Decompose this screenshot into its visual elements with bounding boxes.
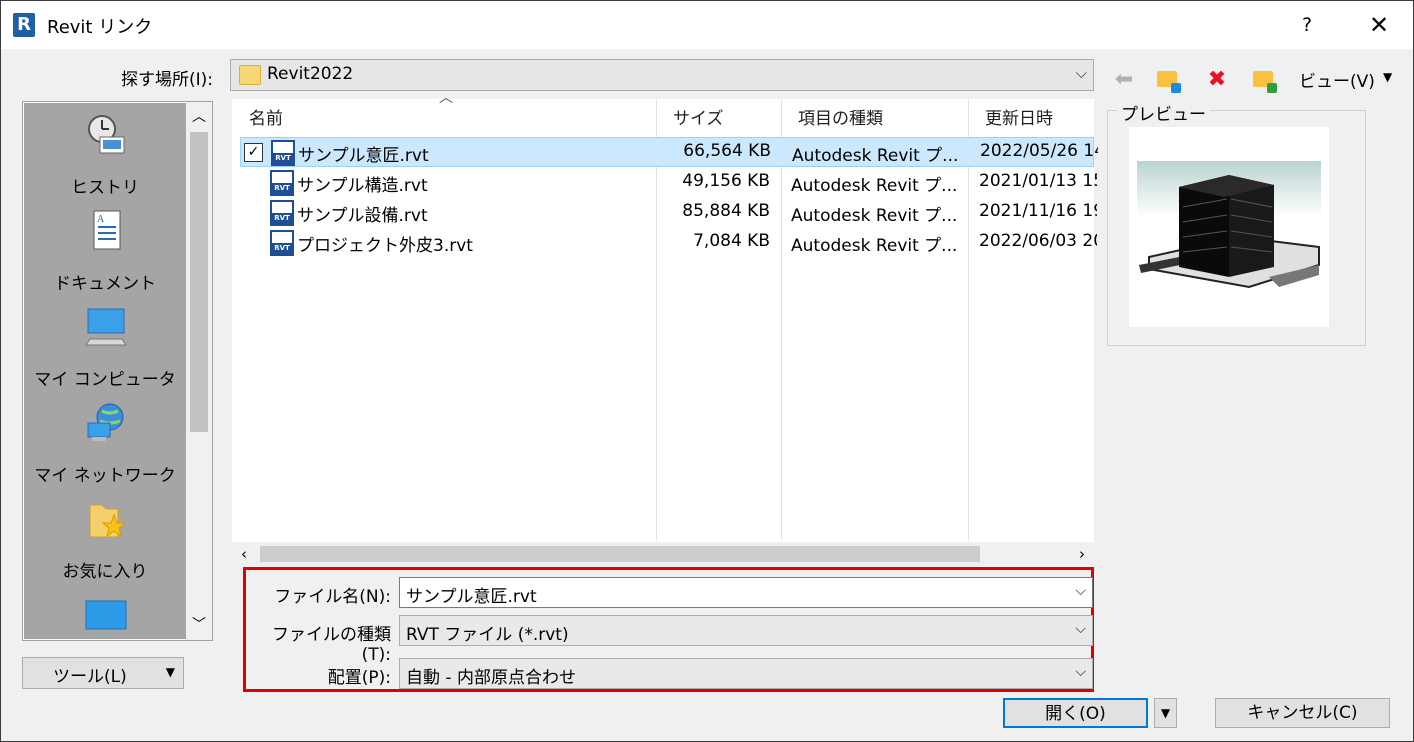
- positioning-select[interactable]: 自動 - 内部原点合わせ ⌵: [399, 658, 1093, 689]
- open-dropdown-icon[interactable]: ▼: [1154, 698, 1177, 728]
- file-row[interactable]: RVT サンプル構造.rvt 49,156 KB Autodesk Revit …: [240, 168, 1097, 198]
- places-bar: ヒストリ A ドキュメント マイ コンピュータ マイ ネットワーク お気に入り …: [22, 101, 213, 641]
- views-dropdown-icon[interactable]: ▼: [1383, 70, 1392, 84]
- tools-dropdown-icon: ▼: [165, 665, 175, 679]
- file-type: Autodesk Revit プ...: [792, 146, 959, 166]
- delete-icon[interactable]: ✖: [1204, 67, 1230, 93]
- preview-label: プレビュー: [1117, 100, 1210, 125]
- favorites-folder-icon: [89, 504, 127, 538]
- places-scrollbar[interactable]: ︿ ﹀: [186, 102, 212, 640]
- file-name: サンプル意匠.rvt: [298, 146, 429, 166]
- file-size: 66,564 KB: [683, 141, 771, 161]
- rvt-file-icon: RVT: [270, 170, 294, 196]
- filename-value: サンプル意匠.rvt: [406, 587, 537, 607]
- file-size: 7,084 KB: [693, 231, 770, 251]
- scroll-right-icon[interactable]: ›: [1070, 542, 1094, 566]
- file-size: 49,156 KB: [682, 171, 770, 191]
- document-icon: A: [93, 210, 121, 250]
- file-date: 2022/05/26 14: [980, 141, 1098, 161]
- rvt-file-icon: RVT: [270, 230, 294, 256]
- computer-icon: [85, 308, 127, 346]
- building-preview-icon: [1137, 161, 1321, 289]
- cancel-button[interactable]: キャンセル(C): [1215, 698, 1390, 728]
- file-size: 85,884 KB: [682, 201, 770, 221]
- checkbox[interactable]: ✓: [244, 143, 263, 162]
- file-type: Autodesk Revit プ...: [791, 176, 958, 196]
- column-header-type[interactable]: 項目の種類: [781, 99, 968, 139]
- column-header-size[interactable]: サイズ: [656, 99, 781, 139]
- filetype-label: ファイルの種類(T):: [272, 625, 391, 665]
- positioning-value: 自動 - 内部原点合わせ: [406, 668, 576, 688]
- column-header-name[interactable]: 名前: [232, 99, 656, 139]
- history-icon: [88, 115, 125, 154]
- filename-field[interactable]: サンプル意匠.rvt ⌵: [399, 577, 1093, 608]
- chevron-down-icon: ⌵: [1075, 64, 1087, 82]
- back-arrow-icon[interactable]: ⬅: [1111, 67, 1137, 93]
- scroll-down-icon[interactable]: ﹀: [186, 612, 212, 638]
- rvt-file-icon: RVT: [271, 140, 295, 166]
- filetype-select[interactable]: RVT ファイル (*.rvt) ⌵: [399, 615, 1093, 646]
- file-type: Autodesk Revit プ...: [791, 236, 958, 256]
- scroll-up-icon[interactable]: ︿: [186, 104, 212, 130]
- desktop-icon: [85, 600, 127, 630]
- look-in-value: Revit2022: [267, 64, 354, 84]
- look-in-combo[interactable]: Revit2022 ⌵: [230, 59, 1094, 91]
- title-bar: R Revit リンク ? ✕: [1, 1, 1413, 49]
- help-button[interactable]: ?: [1293, 11, 1321, 39]
- look-in-label: 探す場所(I):: [121, 70, 214, 90]
- file-date: 2021/01/13 15: [979, 171, 1097, 191]
- rvt-file-icon: RVT: [270, 200, 294, 226]
- chevron-down-icon: ⌵: [1075, 664, 1086, 680]
- window-title: Revit リンク: [47, 17, 153, 38]
- place-label: お気に入り: [62, 562, 148, 582]
- place-label: ヒストリ: [71, 178, 139, 198]
- file-date: 2021/11/16 19: [979, 201, 1097, 221]
- column-header-date[interactable]: 更新日時: [968, 99, 1094, 139]
- close-button[interactable]: ✕: [1361, 9, 1397, 41]
- place-label: マイ コンピュータ: [34, 370, 176, 390]
- file-date: 2022/06/03 20: [979, 231, 1097, 251]
- preview-image: [1129, 127, 1329, 327]
- svg-text:A: A: [97, 214, 105, 225]
- positioning-label: 配置(P):: [327, 668, 391, 688]
- file-name: プロジェクト外皮3.rvt: [297, 236, 473, 256]
- chevron-down-icon: ⌵: [1075, 621, 1086, 637]
- views-button[interactable]: ビュー(V): [1299, 67, 1375, 92]
- filename-label: ファイル名(N):: [274, 587, 391, 607]
- tools-button[interactable]: ツール(L) ▼: [22, 657, 184, 689]
- file-row[interactable]: RVT サンプル設備.rvt 85,884 KB Autodesk Revit …: [240, 198, 1097, 228]
- file-list-hscrollbar[interactable]: ‹ ›: [232, 542, 1094, 566]
- file-name: サンプル設備.rvt: [297, 206, 428, 226]
- open-button[interactable]: 開く(O): [1003, 698, 1148, 728]
- filetype-value: RVT ファイル (*.rvt): [406, 625, 569, 645]
- new-folder-icon[interactable]: [1251, 67, 1277, 93]
- scroll-left-icon[interactable]: ‹: [232, 542, 256, 566]
- tools-label: ツール(L): [53, 667, 127, 687]
- scroll-thumb[interactable]: [190, 132, 208, 432]
- file-type: Autodesk Revit プ...: [791, 206, 958, 226]
- file-list: ︿ 名前 サイズ 項目の種類 更新日時 ✓ RVT サンプル意匠.rvt 66,…: [232, 90, 1098, 565]
- revit-link-dialog: R Revit リンク ? ✕ 探す場所(I): Revit2022 ⌵ ⬅ ✖…: [0, 0, 1414, 742]
- chevron-down-icon[interactable]: ⌵: [1075, 583, 1086, 599]
- place-label: マイ ネットワーク: [34, 466, 176, 486]
- network-icon: [87, 403, 124, 441]
- place-label: ドキュメント: [54, 274, 156, 294]
- revit-app-icon: R: [13, 13, 35, 37]
- up-folder-icon[interactable]: [1155, 67, 1181, 93]
- file-name: サンプル構造.rvt: [297, 176, 428, 196]
- file-row[interactable]: ✓ RVT サンプル意匠.rvt 66,564 KB Autodesk Revi…: [240, 137, 1098, 167]
- file-row[interactable]: RVT プロジェクト外皮3.rvt 7,084 KB Autodesk Revi…: [240, 228, 1097, 258]
- scroll-thumb[interactable]: [260, 546, 980, 562]
- folder-icon: [239, 65, 261, 85]
